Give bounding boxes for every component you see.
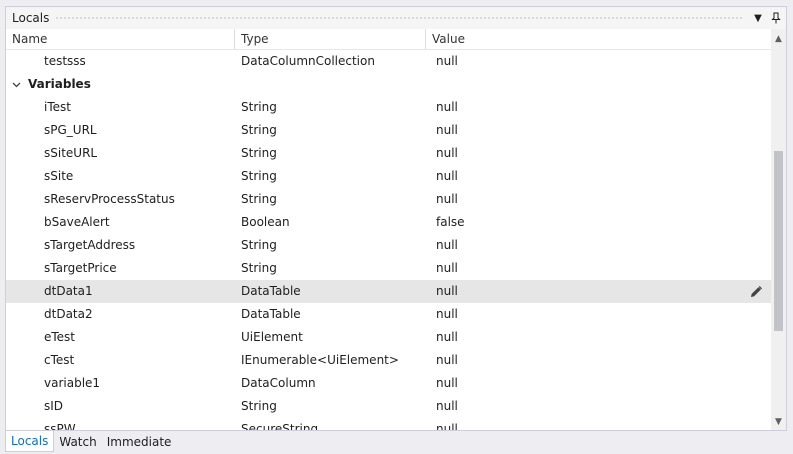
cell-type: String: [241, 146, 277, 160]
pencil-icon[interactable]: [749, 284, 763, 298]
cell-name: sSite: [44, 169, 74, 183]
cell-value[interactable]: null: [436, 372, 458, 395]
cell-type: String: [241, 399, 277, 413]
cell-name: variable1: [44, 376, 101, 390]
tab-watch[interactable]: Watch: [54, 432, 101, 452]
cell-value[interactable]: null: [436, 165, 458, 188]
cell-name: cTest: [44, 353, 75, 367]
table-row[interactable]: sTargetPrice String null: [6, 257, 771, 280]
cell-type: DataTable: [241, 307, 301, 321]
table-row[interactable]: dtData2 DataTable null: [6, 303, 771, 326]
cell-name: bSaveAlert: [44, 215, 110, 229]
cell-type: DataColumn: [241, 376, 316, 390]
cell-name: dtData1: [44, 284, 93, 298]
cell-name: sSiteURL: [44, 146, 98, 160]
tab-locals[interactable]: Locals: [5, 431, 55, 452]
cell-value[interactable]: null: [436, 280, 458, 303]
cell-value[interactable]: null: [436, 96, 458, 119]
cell-type: String: [241, 100, 277, 114]
cell-value[interactable]: null: [436, 349, 458, 372]
tab-immediate[interactable]: Immediate: [102, 432, 177, 452]
cell-name: dtData2: [44, 307, 93, 321]
cell-name: sID: [44, 399, 64, 413]
chevron-down-icon[interactable]: [12, 73, 21, 96]
vertical-scrollbar[interactable]: ▲ ▼: [771, 29, 786, 430]
cell-name: eTest: [44, 330, 76, 344]
table-row[interactable]: sPG_URL String null: [6, 119, 771, 142]
panel-titlebar: Locals ▼: [6, 7, 786, 29]
cell-name: sReservProcessStatus: [44, 192, 175, 206]
cell-name: sTargetPrice: [44, 261, 117, 275]
cell-type: UiElement: [241, 330, 303, 344]
table-row[interactable]: variable1 DataColumn null: [6, 372, 771, 395]
table-row[interactable]: dtData1 DataTable null: [6, 280, 771, 303]
cell-type: IEnumerable<UiElement>: [241, 353, 399, 367]
table-row[interactable]: sReservProcessStatus String null: [6, 188, 771, 211]
group-row[interactable]: Variables: [6, 73, 771, 96]
cell-value[interactable]: null: [436, 234, 458, 257]
cell-type: String: [241, 238, 277, 252]
column-value-header[interactable]: Value: [426, 29, 771, 49]
scroll-up-icon[interactable]: ▲: [771, 31, 786, 47]
locals-panel: Locals ▼ Name Type Value testsss DataColu…: [5, 6, 787, 431]
cell-name: sTargetAddress: [44, 238, 136, 252]
cell-name: iTest: [44, 100, 71, 114]
cell-value[interactable]: null: [436, 303, 458, 326]
cell-value[interactable]: null: [436, 142, 458, 165]
panel-title: Locals: [12, 11, 50, 25]
scrollbar-thumb[interactable]: [774, 151, 783, 331]
cell-value[interactable]: null: [436, 257, 458, 280]
cell-value[interactable]: null: [436, 418, 458, 430]
locals-grid: testsss DataColumnCollection null Variables…: [6, 50, 771, 430]
table-row[interactable]: iTest String null: [6, 96, 771, 119]
cell-type: String: [241, 261, 277, 275]
drag-grip[interactable]: [55, 15, 742, 21]
table-row[interactable]: bSaveAlert Boolean false: [6, 211, 771, 234]
column-type-header[interactable]: Type: [235, 29, 426, 49]
cell-type: String: [241, 169, 277, 183]
table-row[interactable]: sSiteURL String null: [6, 142, 771, 165]
cell-type: DataColumnCollection: [241, 54, 375, 68]
cell-type: String: [241, 192, 277, 206]
table-row[interactable]: eTest UiElement null: [6, 326, 771, 349]
column-name-header[interactable]: Name: [6, 29, 235, 49]
bottom-tab-strip: Locals Watch Immediate: [5, 431, 176, 452]
cell-type: String: [241, 123, 277, 137]
scroll-down-icon[interactable]: ▼: [771, 414, 786, 430]
cell-value[interactable]: null: [436, 119, 458, 142]
cell-value[interactable]: null: [436, 326, 458, 349]
cell-name: ssPW: [44, 422, 76, 430]
dropdown-icon[interactable]: ▼: [750, 10, 766, 26]
column-header: Name Type Value: [6, 29, 771, 50]
cell-name: testsss: [44, 54, 86, 68]
cell-value[interactable]: null: [436, 395, 458, 418]
group-label: Variables: [28, 77, 91, 91]
table-row[interactable]: sTargetAddress String null: [6, 234, 771, 257]
cell-name: sPG_URL: [44, 123, 97, 137]
cell-type: SecureString: [241, 422, 319, 430]
table-row[interactable]: sSite String null: [6, 165, 771, 188]
cell-value[interactable]: false: [436, 211, 465, 234]
table-row[interactable]: cTest IEnumerable<UiElement> null: [6, 349, 771, 372]
cell-type: Boolean: [241, 215, 290, 229]
table-row[interactable]: sID String null: [6, 395, 771, 418]
table-row[interactable]: ssPW SecureString null: [6, 418, 771, 430]
cell-value[interactable]: null: [436, 50, 458, 73]
pin-icon[interactable]: [768, 10, 784, 26]
cell-value[interactable]: null: [436, 188, 458, 211]
table-row[interactable]: testsss DataColumnCollection null: [6, 50, 771, 73]
cell-type: DataTable: [241, 284, 301, 298]
